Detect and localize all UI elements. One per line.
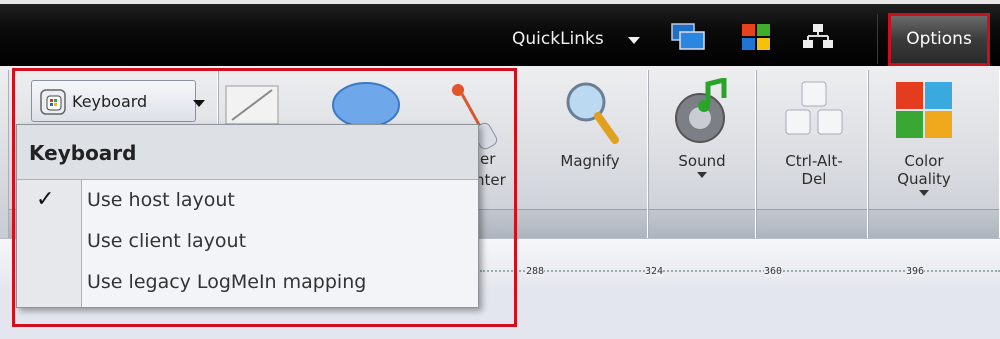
windows-logo-icon[interactable] (738, 22, 774, 52)
sound-label: Sound (678, 152, 726, 170)
options-button[interactable]: Options (888, 13, 990, 66)
chevron-down-icon[interactable] (628, 37, 640, 44)
ribbon-group-footer (757, 209, 867, 238)
checkmark-icon: ✓ (36, 187, 55, 212)
magnify-icon (566, 82, 619, 144)
draw-icon[interactable] (222, 82, 282, 127)
ribbon-group-footer (869, 209, 999, 238)
ctrl-alt-del-button[interactable]: Ctrl-Alt- Del (768, 78, 860, 188)
color-quality-dropdown-icon[interactable] (919, 190, 929, 196)
keyboard-menu: Keyboard ✓ Use host layout Use client la… (16, 124, 479, 308)
ruler-tick-label: 396 (906, 266, 925, 277)
color-quality-label-2: Quality (897, 170, 951, 188)
keyboard-menu-title: Keyboard (29, 141, 137, 165)
keyboard-icon (40, 89, 66, 115)
ctrl-alt-del-label-1: Ctrl-Alt- (785, 152, 843, 170)
pointer-label-2: nter (475, 171, 506, 189)
ruler-tick-label: 288 (526, 266, 545, 277)
chevron-down-icon (193, 100, 205, 107)
toolbar-divider (877, 14, 878, 64)
keyboard-menu-header: Keyboard (17, 125, 478, 180)
menu-item-use-client-layout[interactable]: Use client layout (87, 230, 246, 252)
menu-item-use-legacy-mapping[interactable]: Use legacy LogMeIn mapping (87, 271, 366, 293)
pointer-label: er (480, 150, 496, 168)
magnify-label: Magnify (560, 152, 620, 170)
color-palette-icon (896, 82, 952, 138)
ctrl-alt-del-label-2: Del (801, 170, 827, 188)
chat-bubble-icon[interactable] (330, 80, 402, 130)
color-quality-button[interactable]: Color Quality (882, 78, 966, 196)
multi-monitor-icon[interactable] (670, 22, 706, 52)
ruler-tick-label: 324 (645, 266, 664, 277)
keyboard-tab-label: Keyboard (72, 92, 148, 111)
magnify-button[interactable]: Magnify (548, 78, 632, 170)
quicklinks-menu[interactable]: QuickLinks (512, 29, 604, 49)
keys-icon (785, 81, 843, 135)
top-bar: QuickLinks Options (0, 0, 1000, 66)
network-icon[interactable] (800, 22, 836, 52)
sound-dropdown-icon[interactable] (697, 172, 707, 178)
ribbon-group-footer (649, 209, 755, 238)
speaker-icon (675, 76, 727, 143)
color-quality-label-1: Color (904, 152, 944, 170)
sound-button[interactable]: Sound (664, 76, 740, 178)
menu-item-use-host-layout[interactable]: Use host layout (87, 189, 235, 211)
keyboard-dropdown-button[interactable]: Keyboard (31, 80, 205, 122)
ruler-tick-label: 360 (764, 266, 783, 277)
